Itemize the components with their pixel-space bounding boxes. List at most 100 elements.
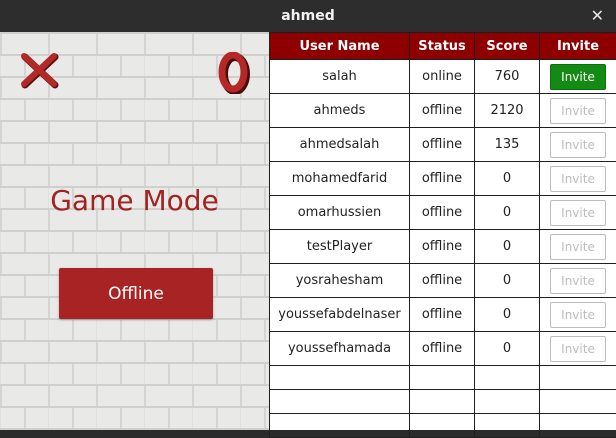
invite-button: Invite	[550, 98, 606, 124]
brick-joint	[216, 364, 218, 384]
player-status-cell: offline	[410, 196, 475, 230]
player-status-cell: offline	[410, 332, 475, 366]
brick-joint	[192, 342, 194, 362]
invite-cell: Invite	[540, 60, 616, 94]
player-name-cell: omarhussien	[270, 196, 410, 230]
brick-joint	[0, 78, 2, 98]
brick-joint	[96, 342, 98, 362]
brick-joint	[216, 320, 218, 340]
brick-joint	[144, 78, 146, 98]
empty-cell	[540, 390, 616, 414]
brick-joint	[48, 342, 50, 362]
invite-button: Invite	[550, 336, 606, 362]
player-score-cell: 0	[475, 230, 540, 264]
brick-joint	[96, 122, 98, 142]
brick-joint	[48, 166, 50, 186]
brick-joint	[24, 320, 26, 340]
table-header-row: User Name Status Score Invite	[270, 33, 616, 60]
player-name-cell: youssefhamada	[270, 332, 410, 366]
invite-button: Invite	[550, 234, 606, 260]
table-row[interactable]: mohamedfaridoffline0Invite	[270, 162, 616, 196]
brick-joint	[48, 122, 50, 142]
brick-joint	[120, 144, 122, 164]
table-row[interactable]: youssefhamadaoffline0Invite	[270, 332, 616, 366]
player-status-cell: offline	[410, 264, 475, 298]
brick-joint	[120, 56, 122, 76]
table-row[interactable]: yosraheshamoffline0Invite	[270, 264, 616, 298]
brick-joint	[24, 408, 26, 428]
close-icon[interactable]: ✕	[591, 0, 604, 32]
brick-joint	[72, 364, 74, 384]
brick-joint	[168, 408, 170, 428]
table-row[interactable]: ahmedsoffline2120Invite	[270, 94, 616, 128]
empty-cell	[410, 366, 475, 390]
player-score-cell: 760	[475, 60, 540, 94]
brick-joint	[0, 254, 2, 274]
brick-joint	[144, 166, 146, 186]
brick-joint	[192, 122, 194, 142]
player-score-cell: 135	[475, 128, 540, 162]
empty-cell	[270, 366, 410, 390]
players-panel: User Name Status Score Invite salahonlin…	[269, 32, 616, 430]
brick-joint	[264, 276, 266, 296]
brick-joint	[144, 34, 146, 54]
brick-joint	[24, 232, 26, 252]
invite-button[interactable]: Invite	[550, 64, 606, 90]
brick-joint	[144, 386, 146, 406]
invite-cell: Invite	[540, 196, 616, 230]
x-logo-icon	[20, 52, 60, 92]
brick-joint	[96, 166, 98, 186]
offline-button[interactable]: Offline	[59, 268, 213, 319]
brick-joint	[192, 78, 194, 98]
brick-joint	[48, 254, 50, 274]
title-bar: ahmed ✕	[0, 0, 616, 32]
table-row[interactable]: omarhussienoffline0Invite	[270, 196, 616, 230]
brick-joint	[264, 144, 266, 164]
window-title: ahmed	[0, 0, 616, 32]
header-status[interactable]: Status	[410, 33, 475, 60]
table-row[interactable]: ahmedsalahoffline135Invite	[270, 128, 616, 162]
brick-joint	[216, 100, 218, 120]
brick-joint	[264, 232, 266, 252]
brick-joint	[216, 232, 218, 252]
table-row[interactable]: youssefabdelnaseroffline0Invite	[270, 298, 616, 332]
o-logo-icon	[218, 52, 250, 94]
brick-joint	[120, 364, 122, 384]
table-row[interactable]: testPlayeroffline0Invite	[270, 230, 616, 264]
brick-joint	[216, 276, 218, 296]
player-status-cell: offline	[410, 298, 475, 332]
brick-joint	[120, 408, 122, 428]
brick-joint	[168, 56, 170, 76]
brick-joint	[264, 364, 266, 384]
player-name-cell: mohamedfarid	[270, 162, 410, 196]
brick-joint	[240, 34, 242, 54]
brick-joint	[192, 166, 194, 186]
table-row[interactable]: salahonline760Invite	[270, 60, 616, 94]
invite-button: Invite	[550, 132, 606, 158]
brick-joint	[264, 56, 266, 76]
brick-joint	[72, 232, 74, 252]
invite-button: Invite	[550, 302, 606, 328]
player-status-cell: online	[410, 60, 475, 94]
brick-joint	[96, 78, 98, 98]
empty-table-row	[270, 390, 616, 414]
brick-joint	[216, 408, 218, 428]
game-mode-panel: Game Mode Offline	[0, 32, 269, 430]
player-status-cell: offline	[410, 230, 475, 264]
empty-cell	[540, 366, 616, 390]
brick-joint	[168, 100, 170, 120]
header-score[interactable]: Score	[475, 33, 540, 60]
header-user-name[interactable]: User Name	[270, 33, 410, 60]
players-table: User Name Status Score Invite salahonlin…	[269, 32, 616, 438]
header-invite[interactable]: Invite	[540, 33, 616, 60]
brick-joint	[216, 144, 218, 164]
brick-joint	[120, 100, 122, 120]
brick-joint	[240, 386, 242, 406]
brick-joint	[264, 408, 266, 428]
invite-cell: Invite	[540, 332, 616, 366]
invite-button: Invite	[550, 268, 606, 294]
invite-cell: Invite	[540, 298, 616, 332]
brick-joint	[168, 364, 170, 384]
empty-table-row	[270, 366, 616, 390]
empty-cell	[410, 390, 475, 414]
